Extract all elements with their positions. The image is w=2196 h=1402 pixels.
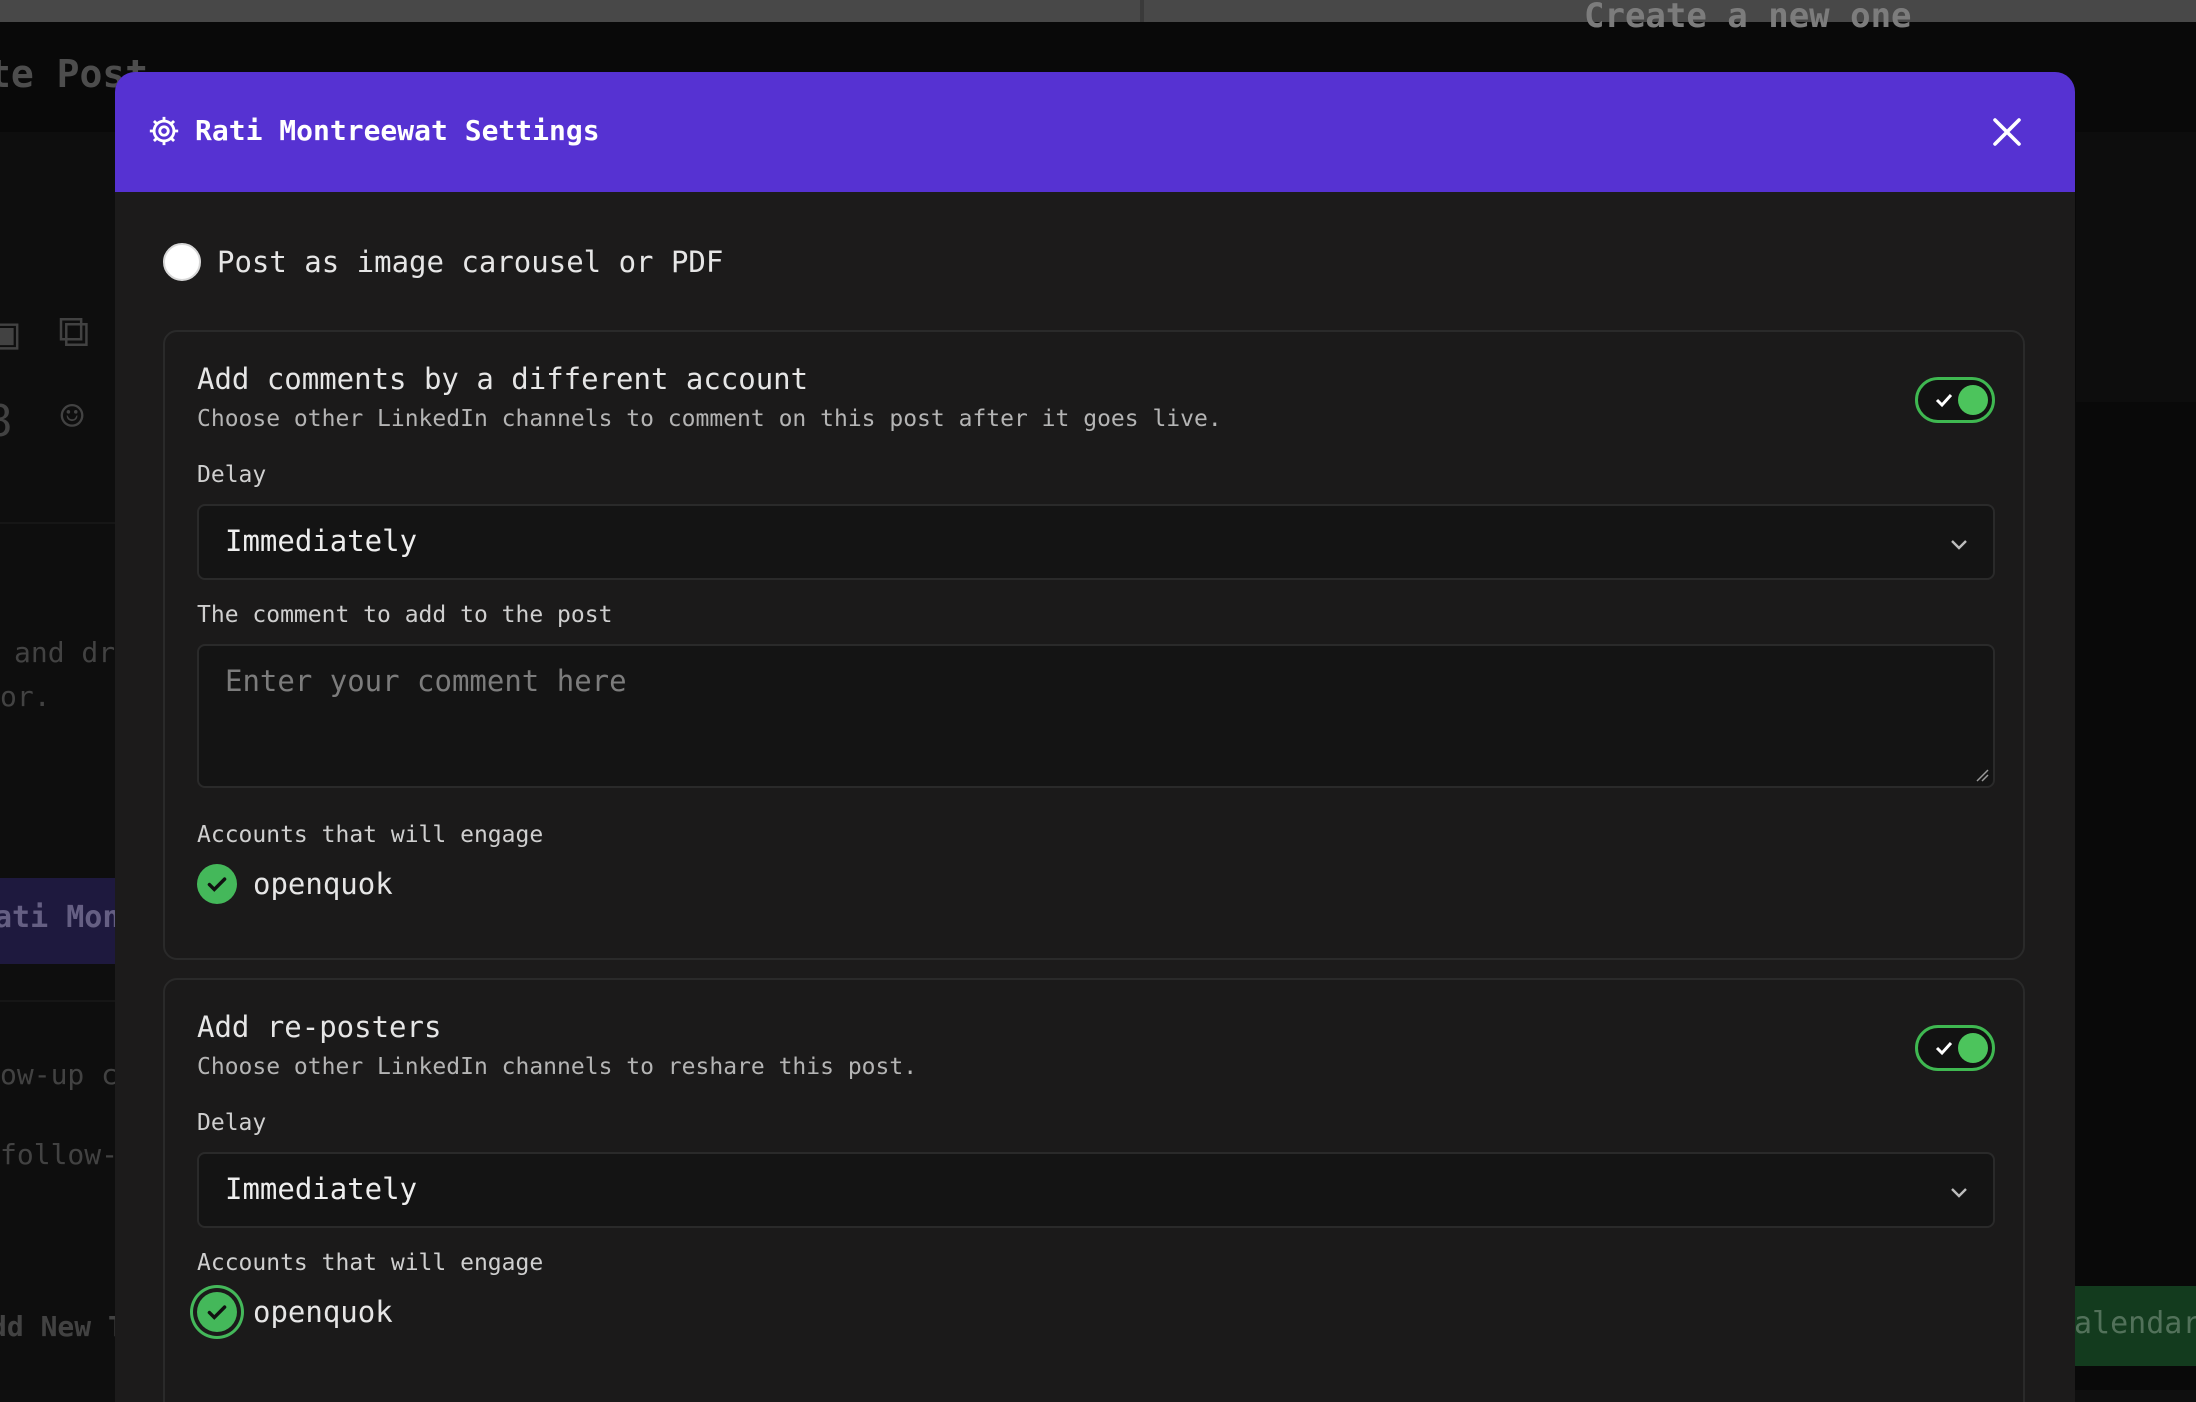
settings-modal: Rati Montreewat Settings Post as image c…: [115, 72, 2075, 1402]
reposters-settings-card: Add re-posters Choose other LinkedIn cha…: [163, 978, 2025, 1402]
reposters-accounts-label: Accounts that will engage: [197, 1250, 544, 1276]
resize-handle-icon[interactable]: [1975, 768, 1989, 782]
comment-textarea[interactable]: Enter your comment here: [197, 644, 1995, 788]
comments-delay-label: Delay: [197, 462, 267, 488]
chevron-down-icon: [1951, 1188, 1967, 1198]
reposters-card-title: Add re-posters: [197, 1010, 442, 1044]
carousel-radio[interactable]: [163, 243, 201, 281]
check-icon: [1935, 1041, 1953, 1056]
close-icon[interactable]: [1989, 114, 2025, 150]
reposters-delay-value: Immediately: [225, 1172, 418, 1206]
comments-card-title: Add comments by a different account: [197, 362, 809, 396]
reposters-card-description: Choose other LinkedIn channels to reshar…: [197, 1054, 918, 1080]
gear-icon: [149, 116, 179, 146]
comments-delay-select[interactable]: Immediately: [197, 504, 1995, 580]
comments-card-description: Choose other LinkedIn channels to commen…: [197, 406, 1222, 432]
chevron-down-icon: [1951, 540, 1967, 550]
check-circle-icon[interactable]: [197, 1292, 237, 1332]
account-name: openquok: [253, 867, 393, 901]
modal-header: Rati Montreewat Settings: [115, 72, 2075, 192]
reposters-account-item[interactable]: openquok: [197, 1290, 393, 1334]
carousel-label: Post as image carousel or PDF: [217, 245, 724, 279]
comments-settings-card: Add comments by a different account Choo…: [163, 330, 2025, 960]
comment-placeholder: Enter your comment here: [225, 664, 627, 698]
comments-toggle[interactable]: [1915, 377, 1995, 423]
toggle-knob: [1958, 1033, 1988, 1063]
comments-accounts-label: Accounts that will engage: [197, 822, 544, 848]
reposters-toggle[interactable]: [1915, 1025, 1995, 1071]
toggle-knob: [1958, 385, 1988, 415]
comment-text-label: The comment to add to the post: [197, 602, 613, 628]
comments-account-item[interactable]: openquok: [197, 862, 393, 906]
reposters-delay-label: Delay: [197, 1110, 267, 1136]
check-icon: [1935, 393, 1953, 408]
account-name: openquok: [253, 1295, 393, 1329]
comments-delay-value: Immediately: [225, 524, 418, 558]
check-circle-icon[interactable]: [197, 864, 237, 904]
carousel-option[interactable]: Post as image carousel or PDF: [163, 240, 723, 284]
modal-title: Rati Montreewat Settings: [195, 114, 600, 147]
reposters-delay-select[interactable]: Immediately: [197, 1152, 1995, 1228]
